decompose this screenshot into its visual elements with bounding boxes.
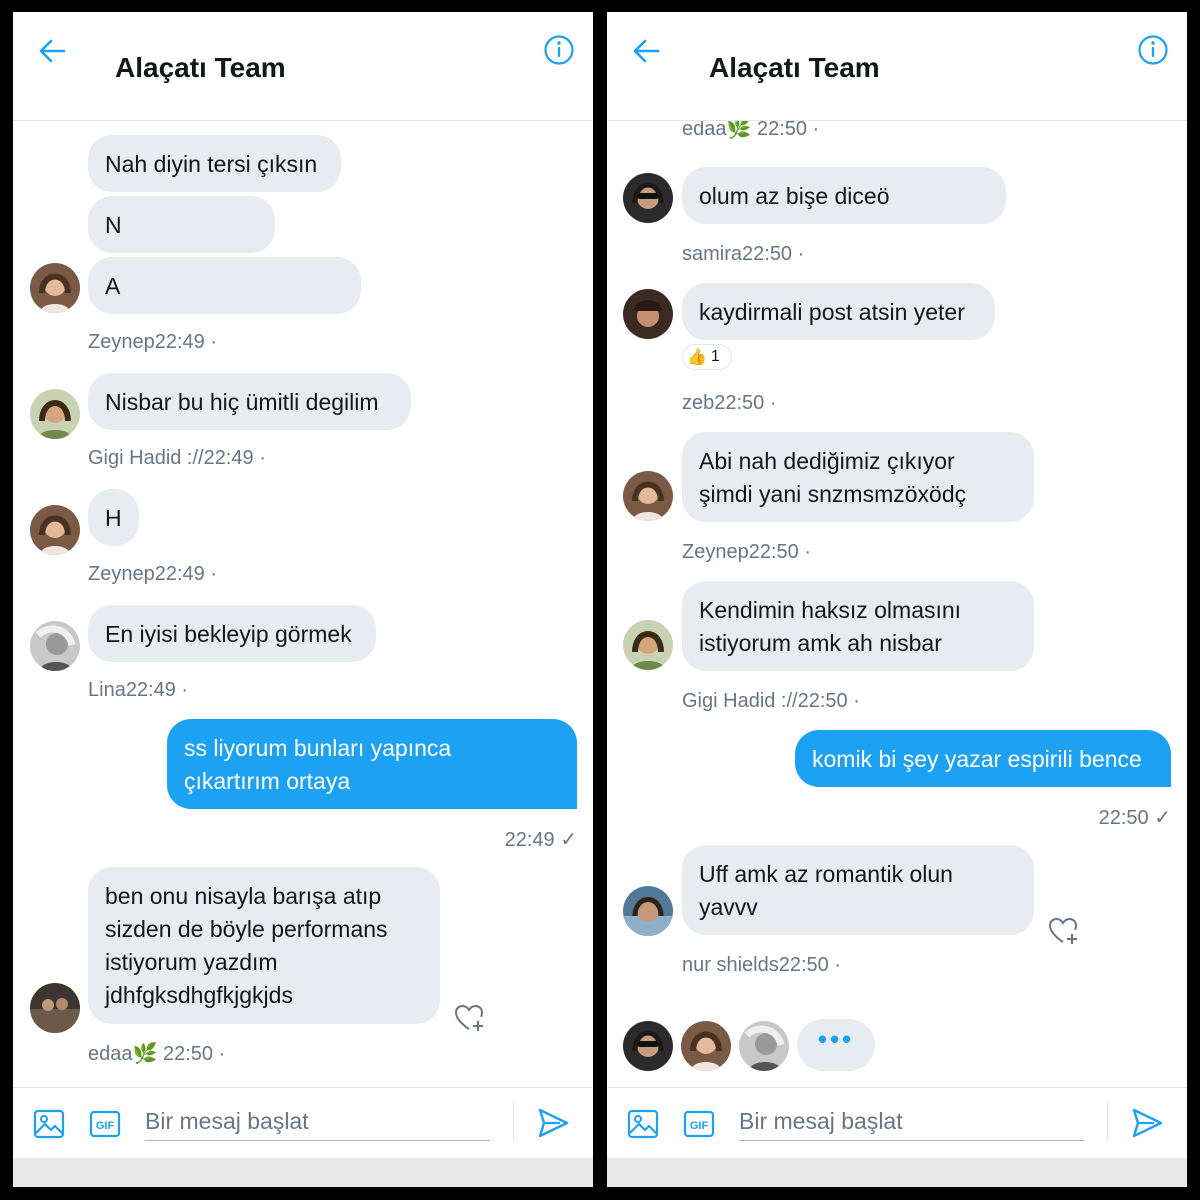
composer-bar: GIF [607,1087,1187,1158]
message-meta: Zeynep22:50 · [682,541,811,563]
reaction-count: 1 [710,348,720,365]
message-meta: 22:50 ✓ [1098,807,1171,829]
send-icon[interactable] [1130,1106,1164,1140]
left-screenshot: Alaçatı Team Nah diyin tersi çıksın N A … [13,12,593,1187]
message-bubble[interactable]: A [88,257,361,314]
conversation-title: Alaçatı Team [115,52,286,83]
message-meta: nur shields22:50 · [682,954,841,976]
send-icon[interactable] [536,1106,570,1140]
message-meta: Gigi Hadid ://22:49 · [88,447,266,469]
message-list: edaa🌿 22:50 · olum az bişe diceö samira2… [607,121,1187,1086]
message-meta: Gigi Hadid ://22:50 · [682,690,860,712]
avatar[interactable] [623,471,673,521]
composer-divider [513,1102,514,1142]
info-icon[interactable] [543,34,575,66]
typing-avatar [739,1021,789,1071]
avatar[interactable] [30,621,80,671]
image-icon[interactable] [627,1108,659,1140]
message-meta: Zeynep22:49 · [88,563,217,585]
message-bubble[interactable]: Nah diyin tersi çıksın [88,135,341,192]
avatar[interactable] [30,389,80,439]
typing-avatar [681,1021,731,1071]
conversation-header: Alaçatı Team [607,12,1187,121]
my-message-bubble[interactable]: komik bi şey yazar espirili bence [795,730,1171,787]
my-message-bubble[interactable]: ss liyorum bunları yapınca çıkartırım or… [167,719,577,809]
image-icon[interactable] [33,1108,65,1140]
gif-icon[interactable]: GIF [89,1110,121,1138]
avatar[interactable] [623,289,673,339]
composer-bar: GIF [13,1087,593,1158]
thumbs-up-icon: 👍 [687,349,707,366]
message-meta: zeb22:50 · [682,392,777,414]
system-nav-bar [13,1158,593,1187]
message-bubble[interactable]: Nisbar bu hiç ümitli degilim [88,373,411,430]
avatar[interactable] [30,263,80,313]
composer-divider [1107,1102,1108,1142]
avatar[interactable] [30,505,80,555]
reaction-badge[interactable]: 👍 1 [682,344,732,370]
avatar[interactable] [30,983,80,1033]
message-meta: Zeynep22:49 · [88,331,217,353]
gif-icon[interactable]: GIF [683,1110,715,1138]
system-nav-bar [607,1158,1187,1187]
message-meta: 22:49 ✓ [504,829,577,851]
message-bubble[interactable]: En iyisi bekleyip görmek [88,605,376,662]
conversation-header: Alaçatı Team [13,12,593,121]
svg-text:GIF: GIF [96,1120,115,1132]
message-bubble[interactable]: Abi nah dediğimiz çıkıyor şimdi yani snz… [682,432,1034,522]
message-list: Nah diyin tersi çıksın N A Zeynep22:49 ·… [13,121,593,1086]
right-screenshot: Alaçatı Team edaa🌿 22:50 · olum az bişe … [607,12,1187,1187]
avatar[interactable] [623,620,673,670]
message-bubble[interactable]: Uff amk az romantik olun yavvv [682,845,1034,935]
message-bubble[interactable]: H [88,489,139,546]
message-bubble[interactable]: olum az bişe diceö [682,167,1006,224]
typing-avatar [623,1021,673,1071]
avatar[interactable] [623,886,673,936]
message-meta: edaa🌿 22:50 · [88,1043,226,1065]
message-input[interactable] [739,1102,1084,1141]
message-bubble[interactable]: N [88,196,275,253]
message-bubble[interactable]: ben onu nisayla barışa atıp sizden de bö… [88,867,440,1024]
message-meta: edaa🌿 22:50 · [682,121,820,140]
info-icon[interactable] [1137,34,1169,66]
back-arrow-icon[interactable] [37,36,67,66]
message-meta: samira22:50 · [682,243,805,265]
message-input[interactable] [145,1102,490,1141]
back-arrow-icon[interactable] [631,36,661,66]
typing-indicator: ••• [797,1019,875,1071]
message-meta: Lina22:49 · [88,679,189,701]
avatar[interactable] [623,173,673,223]
svg-text:GIF: GIF [690,1120,709,1132]
message-bubble[interactable]: Kendimin haksız olmasını istiyorum amk a… [682,581,1034,671]
conversation-title: Alaçatı Team [709,52,880,83]
message-bubble[interactable]: kaydirmali post atsin yeter [682,283,995,340]
heart-plus-icon[interactable] [1047,914,1081,948]
typing-dots: ••• [817,1023,855,1054]
heart-plus-icon[interactable] [453,1001,487,1035]
